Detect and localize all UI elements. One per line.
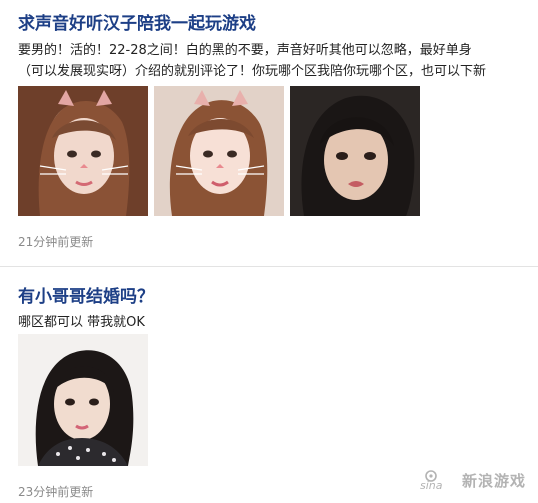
post-photo[interactable] <box>290 86 420 216</box>
post-card: 有小哥哥结婚吗？ 哪区都可以 带我就OK 23分钟前更新 <box>0 268 538 503</box>
sina-games-watermark: sina 新浪游戏 <box>418 469 526 491</box>
post-photo[interactable] <box>18 86 148 216</box>
post-body-line: 要男的！活的！22-28之间！白的黑的不要，声音好听其他可以忽略，最好单身 <box>18 43 472 58</box>
post-card: 求声音好听汉子陪我一起玩游戏 要男的！活的！22-28之间！白的黑的不要，声音好… <box>0 0 538 265</box>
post-photo[interactable] <box>18 334 148 466</box>
post-title[interactable]: 有小哥哥结婚吗？ <box>18 286 154 308</box>
post-title[interactable]: 求声音好听汉子陪我一起玩游戏 <box>18 13 256 35</box>
sina-logo-icon: sina <box>420 470 443 491</box>
post-divider <box>0 266 538 267</box>
post-body-line: 哪区都可以 带我就OK <box>18 315 145 330</box>
watermark-text: 新浪游戏 <box>461 471 526 490</box>
svg-text:sina: sina <box>420 479 443 491</box>
update-time: 23分钟前更新 <box>18 485 94 499</box>
update-time: 21分钟前更新 <box>18 235 94 249</box>
post-photo[interactable] <box>154 86 284 216</box>
post-body-line: （可以发展现实呀）介绍的就别评论了！你玩哪个区我陪你玩哪个区，也可以下新 <box>18 64 487 79</box>
